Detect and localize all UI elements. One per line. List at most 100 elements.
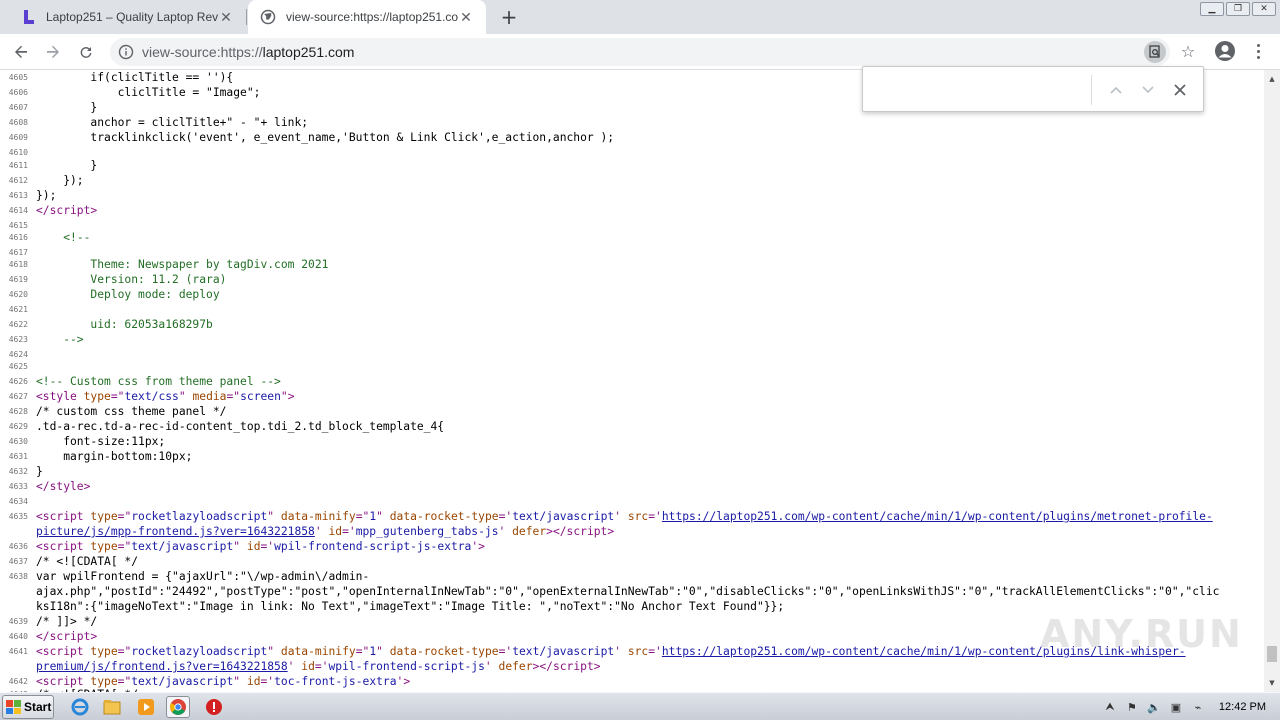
find-in-page-icon[interactable]: [1144, 41, 1166, 63]
tab-laptop251[interactable]: Laptop251 – Quality Laptop Reviews ✕: [8, 0, 247, 34]
action-center-flag-icon[interactable]: ⚑: [1125, 700, 1139, 714]
forward-button[interactable]: [40, 39, 66, 65]
line-number: 4625: [8, 362, 28, 371]
line-number: 4609: [8, 133, 28, 142]
source-code-text: font-size:11px;: [36, 435, 166, 448]
source-code-text: /* custom css theme panel */: [36, 405, 227, 418]
close-icon[interactable]: ✕: [458, 9, 474, 25]
power-icon[interactable]: ⌁: [1191, 700, 1205, 714]
reload-icon: [80, 47, 92, 58]
vertical-scrollbar[interactable]: ▲ ▼: [1264, 70, 1280, 692]
line-number: 4612: [8, 176, 28, 185]
minimize-button[interactable]: ▁: [1200, 2, 1224, 16]
tab-title: Laptop251 – Quality Laptop Reviews: [46, 10, 218, 24]
line-number: 4608: [8, 118, 28, 127]
line-number: 4616: [8, 233, 28, 242]
find-next-icon[interactable]: [1137, 79, 1159, 101]
source-code-text: <script type="rocketlazyloadscript" data…: [36, 645, 1186, 658]
find-close-icon[interactable]: [1169, 79, 1191, 101]
tab-title: view-source:https://laptop251.com: [286, 10, 458, 24]
profile-avatar-icon[interactable]: [1214, 40, 1236, 62]
line-number: 4619: [8, 275, 28, 284]
source-code-text: ajax.php","postId":"24492","postType":"p…: [36, 585, 1220, 598]
scroll-up-arrow-icon[interactable]: ▲: [1264, 72, 1280, 86]
line-number: 4626: [8, 377, 28, 386]
source-code-text: /* ]]> */: [36, 615, 98, 628]
media-player-icon[interactable]: [134, 696, 158, 718]
source-code-text: Deploy mode: deploy: [36, 288, 220, 301]
network-icon[interactable]: ▣: [1169, 700, 1183, 714]
line-number: 4639: [8, 617, 28, 626]
info-icon[interactable]: [110, 44, 142, 60]
scroll-down-arrow-icon[interactable]: ▼: [1264, 676, 1280, 690]
source-link[interactable]: https://laptop251.com/wp-content/cache/m…: [662, 510, 1213, 523]
windows-taskbar: Start ⮝ ⚑ 🔈 ▣ ⌁ 12:42 PM: [0, 692, 1280, 720]
source-code-text: picture/js/mpp-frontend.js?ver=164322185…: [36, 525, 615, 538]
line-number: 4621: [8, 305, 28, 314]
line-number: 4633: [8, 482, 28, 491]
stop-sign-icon[interactable]: [202, 696, 226, 718]
source-code-text: Theme: Newspaper by tagDiv.com 2021: [36, 258, 329, 271]
line-number: 4622: [8, 320, 28, 329]
source-code-text: <!--: [63, 231, 91, 244]
system-tray: ⮝ ⚑ 🔈 ▣ ⌁ 12:42 PM: [1103, 693, 1280, 720]
source-code-text: });: [36, 189, 57, 202]
line-number: 4638: [8, 572, 28, 581]
source-code-text: </script>: [36, 204, 98, 217]
line-number: 4605: [8, 73, 28, 82]
source-code-view[interactable]: 4605 if(cliclTitle == ''){4606 cliclTitl…: [0, 70, 1264, 692]
reload-button[interactable]: [73, 39, 99, 65]
anyrun-watermark: ANY.RUN: [1040, 612, 1243, 656]
line-number: 4641: [8, 647, 28, 656]
find-input[interactable]: [871, 77, 1091, 101]
browser-menu-icon[interactable]: [1250, 40, 1266, 62]
source-code-text: </script>: [36, 630, 98, 643]
line-number: 4635: [8, 512, 28, 521]
source-link[interactable]: premium/js/frontend.js?ver=1643221858: [36, 660, 288, 673]
source-link[interactable]: picture/js/mpp-frontend.js?ver=164322185…: [36, 525, 315, 538]
laptop251-L-icon: [20, 9, 36, 25]
address-bar[interactable]: view-source:https://laptop251.com: [110, 38, 1170, 66]
line-number: 4627: [8, 392, 28, 401]
source-code-text: <style type="text/css" media="screen">: [36, 390, 295, 403]
line-number: 4606: [8, 88, 28, 97]
volume-icon[interactable]: 🔈: [1147, 700, 1161, 714]
source-code-text: ksI18n":{"imageNoText":"Image in link: N…: [36, 600, 785, 613]
file-explorer-icon[interactable]: [100, 696, 124, 718]
source-code-text: }: [36, 159, 98, 172]
source-code-text: /* <![CDATA[ */: [36, 555, 139, 568]
chrome-taskbar-icon[interactable]: [166, 696, 190, 718]
source-code-text: var wpilFrontend = {"ajaxUrl":"\/wp-admi…: [36, 570, 370, 583]
back-button[interactable]: [8, 39, 34, 65]
clock: 12:42 PM: [1218, 701, 1266, 713]
line-number: 4607: [8, 103, 28, 112]
tab-strip: Laptop251 – Quality Laptop Reviews ✕ vie…: [0, 0, 1280, 34]
source-code-text: margin-bottom:10px;: [36, 450, 193, 463]
source-code-text: .td-a-rec.td-a-rec-id-content_top.tdi_2.…: [36, 420, 445, 433]
start-label: Start: [24, 700, 52, 714]
browser-toolbar: view-source:https://laptop251.com ☆: [0, 34, 1280, 70]
source-code-text: });: [36, 174, 84, 187]
source-code-text: <script type="rocketlazyloadscript" data…: [36, 510, 1213, 523]
line-number: 4640: [8, 632, 28, 641]
show-hidden-icons-icon[interactable]: ⮝: [1103, 700, 1117, 714]
line-number: 4614: [8, 206, 28, 215]
line-number: 4631: [8, 452, 28, 461]
restore-button[interactable]: ❐: [1226, 2, 1250, 16]
find-previous-icon[interactable]: [1105, 79, 1127, 101]
internet-explorer-icon[interactable]: [68, 696, 92, 718]
line-number: 4628: [8, 407, 28, 416]
bookmark-star-icon[interactable]: ☆: [1176, 39, 1200, 63]
line-number: 4613: [8, 191, 28, 200]
globe-icon: [260, 9, 276, 25]
start-button[interactable]: Start: [2, 695, 54, 719]
line-number: 4629: [8, 422, 28, 431]
line-number: 4636: [8, 542, 28, 551]
tab-view-source[interactable]: view-source:https://laptop251.com ✕: [248, 0, 486, 34]
close-icon[interactable]: ✕: [218, 9, 234, 25]
scrollbar-thumb[interactable]: [1267, 646, 1277, 662]
source-code-text: tracklinkclick('event', e_event_name,'Bu…: [36, 131, 615, 144]
new-tab-button[interactable]: +: [498, 5, 520, 29]
line-number: 4620: [8, 290, 28, 299]
close-window-button[interactable]: ✕: [1252, 2, 1276, 16]
